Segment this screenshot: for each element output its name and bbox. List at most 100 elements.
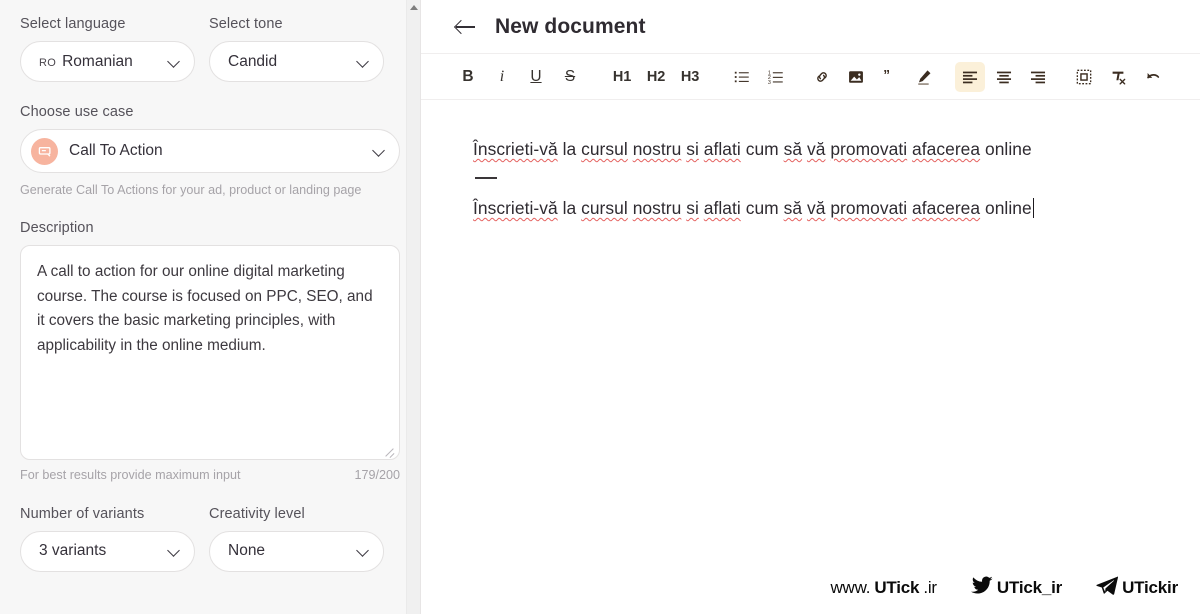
creativity-select-value: None — [228, 542, 266, 560]
strikethrough-button[interactable]: S — [555, 62, 585, 92]
misspelled-word: cursul — [581, 139, 628, 159]
document-paragraph[interactable]: Înscrieti-vă la cursul nostru si aflati … — [473, 195, 1150, 222]
bulleted-list-icon — [733, 68, 751, 86]
language-label: Select language — [20, 16, 126, 32]
pen-highlight-icon — [915, 68, 933, 86]
heading-2-button[interactable]: H2 — [641, 62, 671, 92]
misspelled-word: aflati — [703, 197, 741, 218]
heading-3-button-label: H3 — [680, 68, 700, 85]
heading-1-button-label: H1 — [612, 68, 632, 85]
description-field: Description For best results provide max… — [20, 200, 400, 482]
misspelled-word: vă — [806, 139, 826, 159]
document-divider — [475, 176, 497, 179]
undo-button[interactable] — [1137, 62, 1167, 92]
underline-button[interactable]: U — [521, 62, 551, 92]
italic-button-label: i — [499, 67, 505, 85]
telegram-handle: UTickir — [1122, 578, 1178, 597]
watermark-brand: UTick — [874, 578, 920, 597]
heading-3-button[interactable]: H3 — [675, 62, 705, 92]
align-right-button[interactable] — [1023, 62, 1053, 92]
misspelled-word: să — [783, 197, 803, 218]
telegram-watermark: UTickir — [1096, 576, 1178, 600]
variants-select-value: 3 variants — [39, 542, 107, 560]
misspelled-word: cursul — [581, 197, 628, 218]
document-text: online — [980, 139, 1032, 159]
variants-creativity-row: Number of variants 3 variants Creativity… — [20, 506, 400, 572]
language-code: RO — [39, 56, 57, 69]
align-left-icon — [961, 68, 979, 86]
tone-label: Select tone — [209, 16, 283, 32]
image-icon — [847, 68, 865, 86]
document-text: la — [557, 139, 582, 159]
clear-format-button[interactable] — [1103, 62, 1133, 92]
chevron-down-icon — [167, 544, 181, 558]
underline-button-label: U — [530, 67, 542, 85]
blockquote-button[interactable]: ” — [875, 62, 905, 92]
document-paragraph[interactable]: Înscrieti-vă la cursul nostru si aflati … — [473, 136, 1150, 163]
description-counter: 179/200 — [354, 467, 400, 482]
description-label: Description — [20, 219, 94, 236]
website-watermark: www. UTick .ir — [830, 578, 937, 598]
creativity-select[interactable]: None — [209, 530, 384, 572]
twitter-handle: UTick_ir — [996, 578, 1063, 597]
sidebar-scrollbar[interactable] — [406, 0, 420, 614]
arrow-left-icon[interactable] — [455, 16, 477, 38]
variants-select[interactable]: 3 variants — [20, 530, 195, 572]
link-icon — [813, 68, 831, 86]
telegram-icon — [1096, 576, 1119, 600]
variants-label: Number of variants — [20, 505, 145, 522]
resize-handle-icon[interactable] — [383, 444, 395, 456]
chevron-down-icon — [356, 544, 370, 558]
use-case-label: Choose use case — [20, 104, 134, 120]
align-left-button[interactable] — [955, 61, 985, 92]
twitter-icon — [970, 576, 993, 600]
misspelled-word: Înscrieti-vă — [473, 139, 558, 159]
misspelled-word: vă — [806, 197, 826, 218]
creativity-field: Creativity level None — [209, 506, 384, 572]
use-case-select-value: Call To Action — [69, 142, 163, 159]
document-header: New document — [421, 0, 1200, 54]
italic-button[interactable]: i — [487, 62, 517, 92]
document-canvas[interactable]: Înscrieti-vă la cursul nostru si aflati … — [421, 100, 1200, 614]
svg-text:”: ” — [883, 68, 890, 83]
numbered-list-icon: 123 — [767, 68, 785, 86]
document-text: cum — [740, 197, 784, 218]
bold-button[interactable]: B — [453, 62, 483, 92]
page-title: New document — [495, 14, 646, 38]
misspelled-word: afacerea — [912, 197, 981, 218]
strikethrough-button-label: S — [564, 67, 576, 85]
insert-block-button[interactable] — [1069, 62, 1099, 92]
clear-formatting-icon — [1109, 68, 1127, 86]
align-center-button[interactable] — [989, 62, 1019, 92]
bold-button-label: B — [462, 67, 474, 85]
insert-image-button[interactable] — [841, 62, 871, 92]
watermark-tld: .ir — [923, 578, 937, 597]
tone-field: Select tone Candid — [209, 16, 384, 82]
heading-2-button-label: H2 — [646, 68, 666, 85]
scroll-up-arrow-icon[interactable] — [409, 5, 418, 10]
tone-select[interactable]: Candid — [209, 41, 384, 82]
document-editor-panel: New document Bi U S H1 H2 H3 1 2 3 ” Înscrieti-v… — [421, 0, 1200, 614]
language-name: Romanian — [62, 52, 133, 70]
insert-link-button[interactable] — [807, 62, 837, 92]
twitter-watermark: UTick_ir — [970, 576, 1063, 600]
creativity-label: Creativity level — [209, 505, 305, 522]
description-input[interactable] — [20, 244, 400, 460]
language-select[interactable]: RO Romanian — [20, 41, 195, 82]
document-text: cum — [740, 139, 784, 159]
description-meta-row: For best results provide maximum input 1… — [20, 468, 400, 482]
language-field: Select language RO Romanian — [20, 16, 195, 82]
tone-select-value: Candid — [228, 52, 278, 70]
bulleted-list-button[interactable] — [727, 62, 757, 92]
variants-field: Number of variants 3 variants — [20, 506, 195, 572]
undo-arrow-icon — [1143, 68, 1161, 86]
use-case-select[interactable]: Call To Action — [20, 129, 400, 173]
language-tone-row: Select language RO Romanian Select tone … — [20, 16, 400, 82]
numbered-list-button[interactable]: 123 — [761, 62, 791, 92]
description-textarea-wrapper — [20, 244, 400, 460]
highlighter-button[interactable] — [909, 62, 939, 92]
heading-1-button[interactable]: H1 — [607, 62, 637, 92]
misspelled-word: să — [783, 139, 803, 159]
svg-text:3: 3 — [768, 79, 771, 85]
use-case-helper-text: Generate Call To Actions for your ad, pr… — [20, 183, 362, 197]
